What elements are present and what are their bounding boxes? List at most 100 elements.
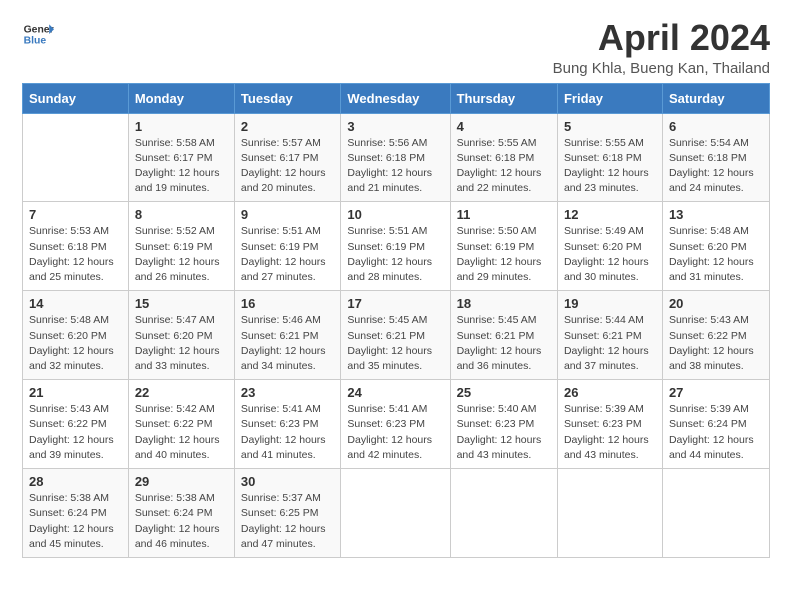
daylight-text-line2: and 43 minutes. [457,448,551,463]
day-number: 7 [29,207,122,222]
sunset-text: Sunset: 6:18 PM [347,151,443,166]
sunset-text: Sunset: 6:19 PM [347,240,443,255]
calendar-cell: 30 Sunrise: 5:37 AMSunset: 6:25 PMDayligh… [234,469,340,558]
calendar-cell: 15Sunrise: 5:47 AMSunset: 6:20 PMDayligh… [128,291,234,380]
day-number: 21 [29,385,122,400]
day-info: Sunrise: 5:37 AMSunset: 6:25 PMDaylight:… [241,491,334,552]
sunrise-text: Sunrise: 5:41 AM [347,402,443,417]
day-number: 4 [457,119,551,134]
svg-text:Blue: Blue [24,36,47,47]
sunset-text: Sunset: 6:20 PM [29,329,122,344]
daylight-text-line2: and 33 minutes. [135,359,228,374]
daylight-text-line1: Daylight: 12 hours [241,166,334,181]
sunset-text: Sunset: 6:23 PM [564,417,656,432]
calendar-cell: 6 Sunrise: 5:54 AMSunset: 6:18 PMDaylight… [662,113,769,202]
sunrise-text: Sunrise: 5:42 AM [135,402,228,417]
sunrise-text: Sunrise: 5:39 AM [669,402,763,417]
sunrise-text: Sunrise: 5:45 AM [457,313,551,328]
daylight-text-line2: and 45 minutes. [29,537,122,552]
day-number: 12 [564,207,656,222]
daylight-text-line1: Daylight: 12 hours [241,522,334,537]
sunset-text: Sunset: 6:21 PM [347,329,443,344]
calendar-cell: 7 Sunrise: 5:53 AMSunset: 6:18 PMDaylight… [23,202,129,291]
calendar-cell: 25Sunrise: 5:40 AMSunset: 6:23 PMDayligh… [450,380,557,469]
day-number: 3 [347,119,443,134]
sunset-text: Sunset: 6:21 PM [241,329,334,344]
daylight-text-line1: Daylight: 12 hours [347,166,443,181]
weekday-header-row: Sunday Monday Tuesday Wednesday Thursday… [23,83,770,113]
page: General Blue April 2024 Bung Khla, Bueng… [0,0,792,612]
sunrise-text: Sunrise: 5:53 AM [29,224,122,239]
day-number: 8 [135,207,228,222]
sunset-text: Sunset: 6:20 PM [669,240,763,255]
day-info: Sunrise: 5:50 AMSunset: 6:19 PMDaylight:… [457,224,551,285]
day-number: 30 [241,474,334,489]
daylight-text-line1: Daylight: 12 hours [564,166,656,181]
calendar-cell: 26Sunrise: 5:39 AMSunset: 6:23 PMDayligh… [557,380,662,469]
sunrise-text: Sunrise: 5:52 AM [135,224,228,239]
sunrise-text: Sunrise: 5:51 AM [347,224,443,239]
daylight-text-line1: Daylight: 12 hours [135,522,228,537]
daylight-text-line2: and 22 minutes. [457,181,551,196]
weekday-wednesday: Wednesday [341,83,450,113]
sunrise-text: Sunrise: 5:43 AM [29,402,122,417]
daylight-text-line1: Daylight: 12 hours [457,433,551,448]
logo: General Blue [22,18,54,50]
calendar-week-row: 28Sunrise: 5:38 AMSunset: 6:24 PMDayligh… [23,469,770,558]
day-info: Sunrise: 5:56 AMSunset: 6:18 PMDaylight:… [347,136,443,197]
daylight-text-line2: and 46 minutes. [135,537,228,552]
day-info: Sunrise: 5:42 AMSunset: 6:22 PMDaylight:… [135,402,228,463]
logo-icon: General Blue [22,18,54,50]
day-number: 27 [669,385,763,400]
day-info: Sunrise: 5:46 AMSunset: 6:21 PMDaylight:… [241,313,334,374]
daylight-text-line2: and 26 minutes. [135,270,228,285]
calendar-cell: 21 Sunrise: 5:43 AMSunset: 6:22 PMDayligh… [23,380,129,469]
weekday-monday: Monday [128,83,234,113]
sunrise-text: Sunrise: 5:45 AM [347,313,443,328]
calendar-cell [557,469,662,558]
daylight-text-line1: Daylight: 12 hours [564,255,656,270]
calendar-cell: 19Sunrise: 5:44 AMSunset: 6:21 PMDayligh… [557,291,662,380]
calendar-cell: 23Sunrise: 5:41 AMSunset: 6:23 PMDayligh… [234,380,340,469]
weekday-thursday: Thursday [450,83,557,113]
day-number: 9 [241,207,334,222]
daylight-text-line2: and 19 minutes. [135,181,228,196]
sunset-text: Sunset: 6:22 PM [29,417,122,432]
daylight-text-line1: Daylight: 12 hours [29,255,122,270]
day-info: Sunrise: 5:54 AMSunset: 6:18 PMDaylight:… [669,136,763,197]
day-number: 20 [669,296,763,311]
daylight-text-line1: Daylight: 12 hours [29,433,122,448]
daylight-text-line1: Daylight: 12 hours [135,433,228,448]
daylight-text-line1: Daylight: 12 hours [135,344,228,359]
sunrise-text: Sunrise: 5:56 AM [347,136,443,151]
sunset-text: Sunset: 6:25 PM [241,506,334,521]
calendar-cell [450,469,557,558]
day-info: Sunrise: 5:38 AMSunset: 6:24 PMDaylight:… [29,491,122,552]
sunrise-text: Sunrise: 5:41 AM [241,402,334,417]
daylight-text-line1: Daylight: 12 hours [241,255,334,270]
calendar-cell: 12Sunrise: 5:49 AMSunset: 6:20 PMDayligh… [557,202,662,291]
day-number: 6 [669,119,763,134]
daylight-text-line2: and 40 minutes. [135,448,228,463]
daylight-text-line1: Daylight: 12 hours [564,433,656,448]
daylight-text-line2: and 35 minutes. [347,359,443,374]
calendar-week-row: 21Sunrise: 5:43 AMSunset: 6:22 PMDayligh… [23,380,770,469]
calendar-cell: 24Sunrise: 5:41 AMSunset: 6:23 PMDayligh… [341,380,450,469]
day-info: Sunrise: 5:48 AMSunset: 6:20 PMDaylight:… [669,224,763,285]
calendar-cell: 10Sunrise: 5:51 AMSunset: 6:19 PMDayligh… [341,202,450,291]
calendar-cell: 14Sunrise: 5:48 AMSunset: 6:20 PMDayligh… [23,291,129,380]
daylight-text-line1: Daylight: 12 hours [669,166,763,181]
day-info: Sunrise: 5:58 AMSunset: 6:17 PMDaylight:… [135,136,228,197]
day-info: Sunrise: 5:45 AMSunset: 6:21 PMDaylight:… [347,313,443,374]
day-number: 29 [135,474,228,489]
day-info: Sunrise: 5:39 AMSunset: 6:24 PMDaylight:… [669,402,763,463]
sunset-text: Sunset: 6:17 PM [135,151,228,166]
calendar-cell: 29 Sunrise: 5:38 AMSunset: 6:24 PMDayligh… [128,469,234,558]
day-info: Sunrise: 5:38 AMSunset: 6:24 PMDaylight:… [135,491,228,552]
calendar-cell [662,469,769,558]
daylight-text-line1: Daylight: 12 hours [669,255,763,270]
daylight-text-line1: Daylight: 12 hours [135,255,228,270]
day-info: Sunrise: 5:41 AMSunset: 6:23 PMDaylight:… [241,402,334,463]
day-info: Sunrise: 5:43 AMSunset: 6:22 PMDaylight:… [29,402,122,463]
day-info: Sunrise: 5:53 AMSunset: 6:18 PMDaylight:… [29,224,122,285]
